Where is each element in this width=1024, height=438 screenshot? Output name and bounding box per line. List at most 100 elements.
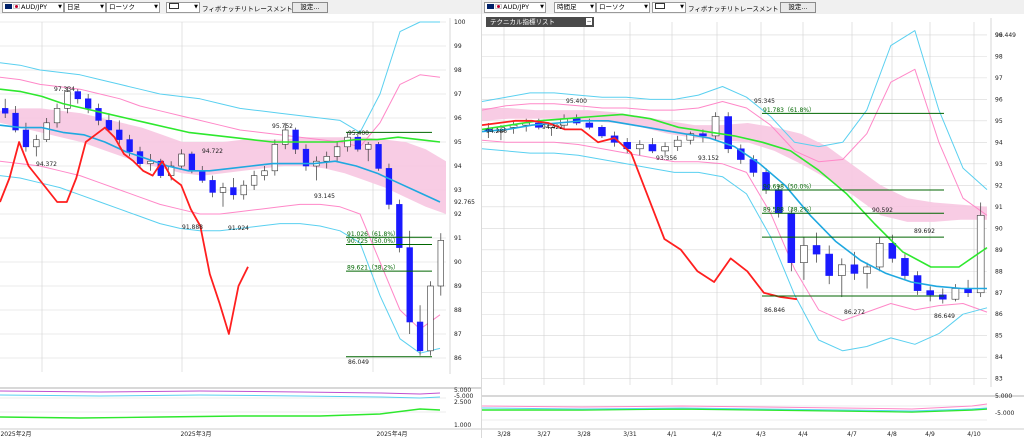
price-axis-label: 92.765 xyxy=(454,199,475,206)
price-axis-label: 91 xyxy=(995,204,1003,211)
indicator-axis-label: 2.500 xyxy=(454,399,471,406)
candlestick xyxy=(240,184,247,196)
price-axis-label: 92 xyxy=(995,182,1003,189)
price-annotation: 90.592 xyxy=(872,207,893,214)
candlestick xyxy=(787,212,796,263)
candlestick xyxy=(800,245,808,263)
price-annotation: 95.752 xyxy=(272,123,293,130)
time-axis-label: 4/10 xyxy=(967,431,981,438)
candlestick xyxy=(661,146,669,152)
hourly-chart-panel: AUD/JPY ▼ 時間足 ▼ ローソク ▼ ▼ フィボナッチリトレースメント 設定.… xyxy=(482,0,1024,438)
candlestick xyxy=(22,129,30,148)
candlestick xyxy=(636,144,644,150)
price-annotation: 86.846 xyxy=(764,307,785,314)
time-axis-label: 2025年2月 xyxy=(0,430,31,438)
candlestick xyxy=(219,187,227,193)
price-axis-label: 83 xyxy=(995,376,1003,383)
price-axis-label: 96 xyxy=(454,115,462,122)
time-axis-label: 4/3 xyxy=(756,431,766,438)
price-axis-label: 95 xyxy=(454,139,462,146)
candlestick xyxy=(863,266,871,274)
candlestick xyxy=(333,146,341,157)
price-annotation: 86.272 xyxy=(844,309,865,316)
candlestick xyxy=(406,247,413,323)
candlestick xyxy=(875,243,884,268)
candlestick xyxy=(598,126,606,137)
price-axis-label: 94 xyxy=(454,163,462,170)
time-axis-label: 4/7 xyxy=(847,431,857,438)
time-axis-label: 3/27 xyxy=(537,431,551,438)
price-axis-label: 88 xyxy=(995,268,1003,275)
candlestick xyxy=(292,129,299,150)
daily-chart-panel: AUD/JPY ▼ 日足 ▼ ローソク ▼ ▼ フィボナッチリトレースメント 設定..… xyxy=(0,0,481,438)
candlestick xyxy=(838,264,846,276)
price-annotation: 91.888 xyxy=(182,224,203,231)
candlestick xyxy=(85,98,92,109)
price-axis-label: 96.449 xyxy=(995,32,1016,39)
price-annotation: 97.334 xyxy=(54,86,75,93)
candlestick xyxy=(385,168,393,205)
price-annotation: 89.692 xyxy=(914,228,935,235)
fibonacci-level-label: 89.621（38.2%） xyxy=(347,265,399,272)
price-axis-label: 96 xyxy=(995,96,1003,103)
fibonacci-level-label: 90.698（50.0%） xyxy=(763,184,815,191)
candlestick xyxy=(850,264,859,274)
candlestick xyxy=(427,285,434,352)
candlestick xyxy=(178,153,185,167)
collapse-icon[interactable]: − xyxy=(586,18,592,25)
hourly-price-chart[interactable]: 91.783（61.8%） 90.698（50.0%） 89.588（38.2%） 9… xyxy=(482,0,1024,438)
candlestick xyxy=(95,108,102,121)
candlestick xyxy=(365,144,372,150)
candlestick xyxy=(699,133,707,137)
candlestick xyxy=(53,108,61,124)
candlestick xyxy=(585,122,594,128)
time-axis-label: 4/1 xyxy=(667,431,677,438)
indicator-axis-label: 1.000 xyxy=(454,422,471,429)
candlestick xyxy=(116,129,123,140)
price-axis-label: 100 xyxy=(454,19,466,26)
fibonacci-level-label: 89.588（38.2%） xyxy=(763,207,815,214)
fibonacci-level-label: 91.026（61.8%） xyxy=(347,231,399,238)
price-annotation: 86.649 xyxy=(934,313,955,320)
candlestick xyxy=(825,253,833,276)
candlestick xyxy=(230,187,237,196)
fibonacci-level-label: 90.725（50.0%） xyxy=(347,238,399,245)
candlestick xyxy=(2,108,9,114)
price-axis-label: 97 xyxy=(454,91,462,98)
candlestick xyxy=(33,139,40,148)
candlestick xyxy=(261,170,268,176)
candlestick xyxy=(926,290,934,296)
price-annotation: 95.400 xyxy=(348,130,369,137)
price-annotation: 94.422 xyxy=(542,124,563,131)
time-axis-label: 2025年3月 xyxy=(180,430,211,438)
candlestick xyxy=(888,243,897,259)
indicator-list-title: テクニカル指標リスト xyxy=(490,18,555,26)
price-axis-label: 85 xyxy=(995,333,1003,340)
price-axis-label: 97 xyxy=(995,75,1003,82)
candlestick xyxy=(901,258,909,276)
candlestick xyxy=(199,170,206,181)
time-axis-label: 4/8 xyxy=(887,431,897,438)
fibonacci-level-label: 91.783（61.8%） xyxy=(763,107,815,114)
candlestick xyxy=(74,91,81,100)
price-axis-label: 89 xyxy=(995,247,1003,254)
candlestick xyxy=(812,245,821,255)
time-axis-label: 4/9 xyxy=(925,431,935,438)
price-axis-label: 84 xyxy=(995,354,1003,361)
price-axis-label: 87 xyxy=(454,331,462,338)
candlestick xyxy=(416,321,424,352)
candlestick xyxy=(673,139,682,147)
time-axis-label: 3/31 xyxy=(623,431,637,438)
candlestick xyxy=(323,156,330,162)
price-axis-label: 98 xyxy=(454,67,462,74)
time-axis-label: 4/4 xyxy=(798,431,808,438)
daily-price-chart[interactable]: 91.026（61.8%）90.725（50.0%） 89.621（38.2%） 9… xyxy=(0,0,481,438)
indicator-list-panel[interactable]: テクニカル指標リスト − xyxy=(486,17,594,27)
time-axis-label: 2025年4月 xyxy=(376,430,407,438)
candlestick xyxy=(126,139,133,152)
price-axis-label: 90 xyxy=(454,259,462,266)
time-axis-label: 3/28 xyxy=(497,431,511,438)
indicator-axis-label: 5.000 xyxy=(995,393,1012,400)
candlestick xyxy=(188,153,196,172)
price-annotation: 93.356 xyxy=(656,155,677,162)
